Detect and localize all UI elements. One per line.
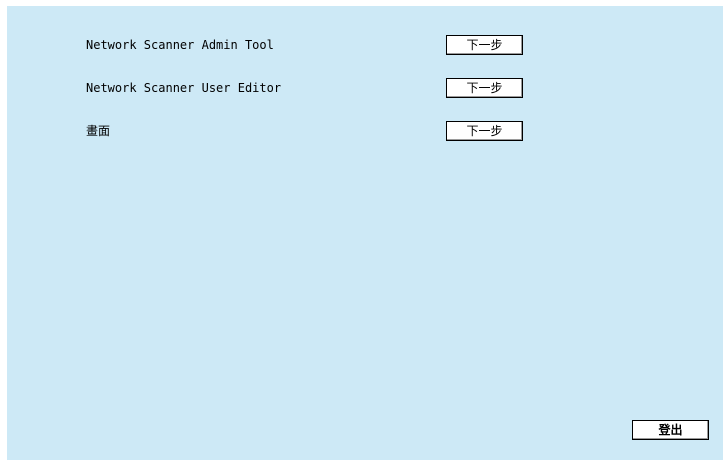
- screen-next-button[interactable]: 下一步: [446, 121, 523, 141]
- row-user-editor: Network Scanner User Editor 下一步: [7, 77, 723, 101]
- row-admin-tool: Network Scanner Admin Tool 下一步: [7, 34, 723, 58]
- screen-label: 畫面: [86, 124, 111, 138]
- user-editor-label: Network Scanner User Editor: [86, 81, 282, 95]
- main-panel: Network Scanner Admin Tool 下一步 Network S…: [7, 6, 723, 460]
- admin-tool-label: Network Scanner Admin Tool: [86, 38, 274, 52]
- user-editor-next-button[interactable]: 下一步: [446, 78, 523, 98]
- admin-tool-next-button[interactable]: 下一步: [446, 35, 523, 55]
- logout-button[interactable]: 登出: [632, 420, 709, 440]
- row-screen: 畫面 下一步: [7, 120, 723, 144]
